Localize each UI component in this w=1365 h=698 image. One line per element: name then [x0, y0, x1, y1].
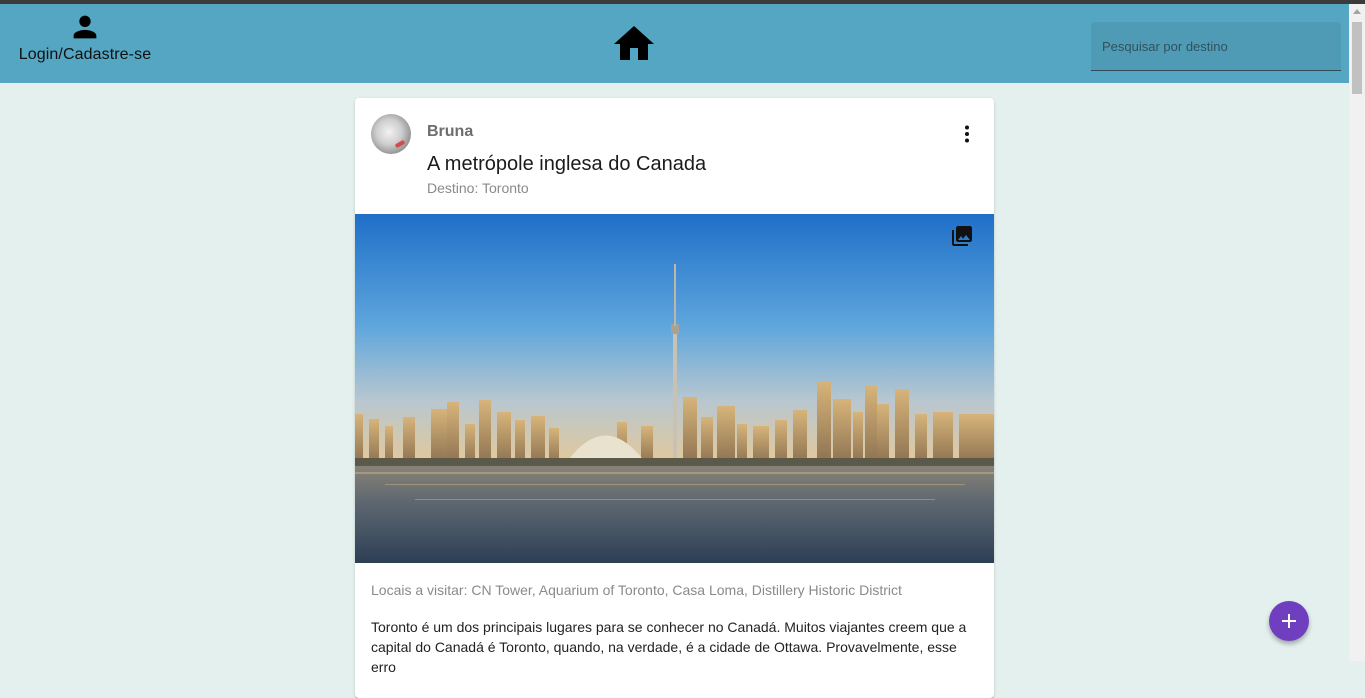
more-options-button[interactable] — [955, 122, 979, 146]
add-icon — [1282, 614, 1296, 628]
post-author: Bruna — [427, 123, 474, 140]
gallery-button[interactable] — [950, 224, 974, 248]
avatar[interactable] — [371, 114, 411, 154]
search-field[interactable] — [1091, 22, 1341, 71]
home-button[interactable] — [610, 20, 658, 68]
add-post-button[interactable] — [1269, 601, 1309, 641]
scroll-thumb[interactable] — [1352, 22, 1362, 94]
more-vert-icon — [965, 125, 969, 143]
app-bar: Login/Cadastre-se — [0, 4, 1349, 83]
post-title: A metrópole inglesa do Canada — [427, 153, 707, 175]
post-card: Bruna A metrópole inglesa do Canada Dest… — [355, 98, 994, 698]
page-scrollbar[interactable] — [1349, 4, 1365, 661]
post-places: Locais a visitar: CN Tower, Aquarium of … — [371, 582, 902, 598]
post-image — [355, 214, 994, 563]
search-input[interactable] — [1091, 22, 1341, 70]
login-label: Login/Cadastre-se — [18, 46, 152, 63]
person-icon — [73, 15, 97, 39]
post-destination: Destino: Toronto — [427, 180, 529, 196]
photo-library-icon — [952, 226, 972, 246]
home-icon — [614, 26, 654, 60]
scroll-up-arrow[interactable] — [1353, 9, 1361, 14]
post-description: Toronto é um dos principais lugares para… — [371, 619, 967, 675]
login-button[interactable]: Login/Cadastre-se — [14, 10, 156, 70]
